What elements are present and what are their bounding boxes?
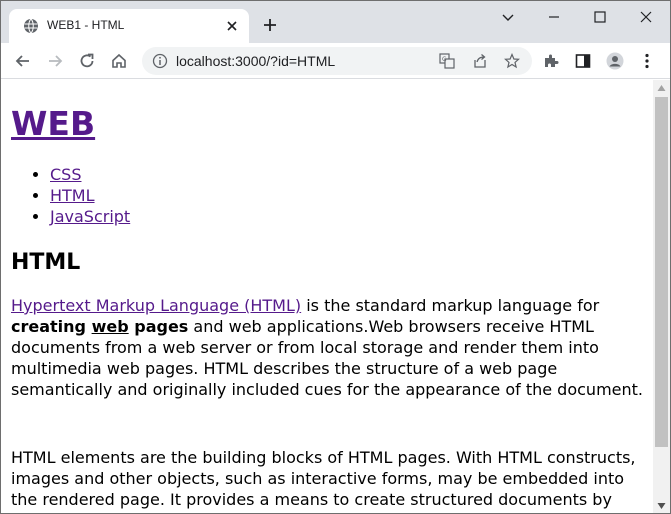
tab-title: WEB1 - HTML [47, 18, 125, 32]
site-title: WEB [11, 102, 643, 146]
vertical-scrollbar[interactable] [653, 80, 670, 513]
html-wiki-link[interactable]: Hypertext Markup Language (HTML) [11, 296, 301, 315]
close-window-icon[interactable] [636, 7, 656, 27]
forward-icon[interactable] [46, 52, 64, 70]
back-icon[interactable] [14, 52, 32, 70]
info-icon[interactable] [152, 53, 168, 69]
paragraph-elements: HTML elements are the building blocks of… [11, 448, 636, 513]
page-heading: HTML [11, 250, 81, 275]
star-icon[interactable] [504, 53, 520, 69]
menu-icon[interactable] [638, 52, 656, 70]
translate-icon[interactable]: G [439, 53, 455, 69]
nav-link-javascript[interactable]: JavaScript [50, 207, 130, 226]
tab-strip: WEB1 - HTML [1, 1, 670, 43]
bold-text: creating [11, 317, 92, 336]
globe-icon [24, 18, 38, 34]
maximize-icon[interactable] [590, 7, 610, 27]
profile-icon[interactable] [606, 52, 624, 70]
nav-link-css[interactable]: CSS [50, 165, 81, 184]
page-viewport: WEB CSS HTML JavaScript HTML Hypertext M… [1, 80, 653, 513]
underlined-bold-text: web [91, 317, 129, 336]
scroll-down-arrow-icon[interactable] [657, 502, 666, 510]
browser-window: WEB1 - HTML localhost:3000/?id=HTML G WE… [0, 0, 671, 514]
reload-icon[interactable] [78, 52, 96, 70]
tab-active[interactable]: WEB1 - HTML [9, 9, 249, 43]
home-icon[interactable] [110, 52, 128, 70]
minimize-icon[interactable] [544, 7, 564, 27]
paragraph-text: is the standard markup language for [301, 296, 600, 315]
side-panel-icon[interactable] [574, 52, 592, 70]
nav-list: CSS HTML JavaScript [11, 164, 643, 227]
nav-link-html[interactable]: HTML [50, 186, 95, 205]
bold-text: pages [128, 317, 189, 336]
site-title-link[interactable]: WEB [11, 104, 95, 143]
paragraph-intro: Hypertext Markup Language (HTML) is the … [11, 295, 643, 400]
toolbar: localhost:3000/?id=HTML G [1, 43, 670, 79]
extensions-icon[interactable] [542, 52, 560, 70]
close-icon[interactable] [225, 19, 239, 33]
scroll-up-arrow-icon[interactable] [657, 84, 666, 92]
list-item: JavaScript [50, 206, 643, 227]
plus-icon[interactable] [262, 17, 278, 33]
page-body: WEB CSS HTML JavaScript HTML Hypertext M… [1, 102, 653, 513]
chevron-down-icon[interactable] [498, 7, 518, 27]
svg-text:G: G [442, 56, 447, 63]
list-item: CSS [50, 164, 643, 185]
address-bar[interactable]: localhost:3000/?id=HTML G [142, 47, 532, 75]
share-icon[interactable] [472, 53, 488, 69]
list-item: HTML [50, 185, 643, 206]
scrollbar-thumb[interactable] [655, 97, 668, 447]
url-text[interactable]: localhost:3000/?id=HTML [176, 53, 335, 69]
